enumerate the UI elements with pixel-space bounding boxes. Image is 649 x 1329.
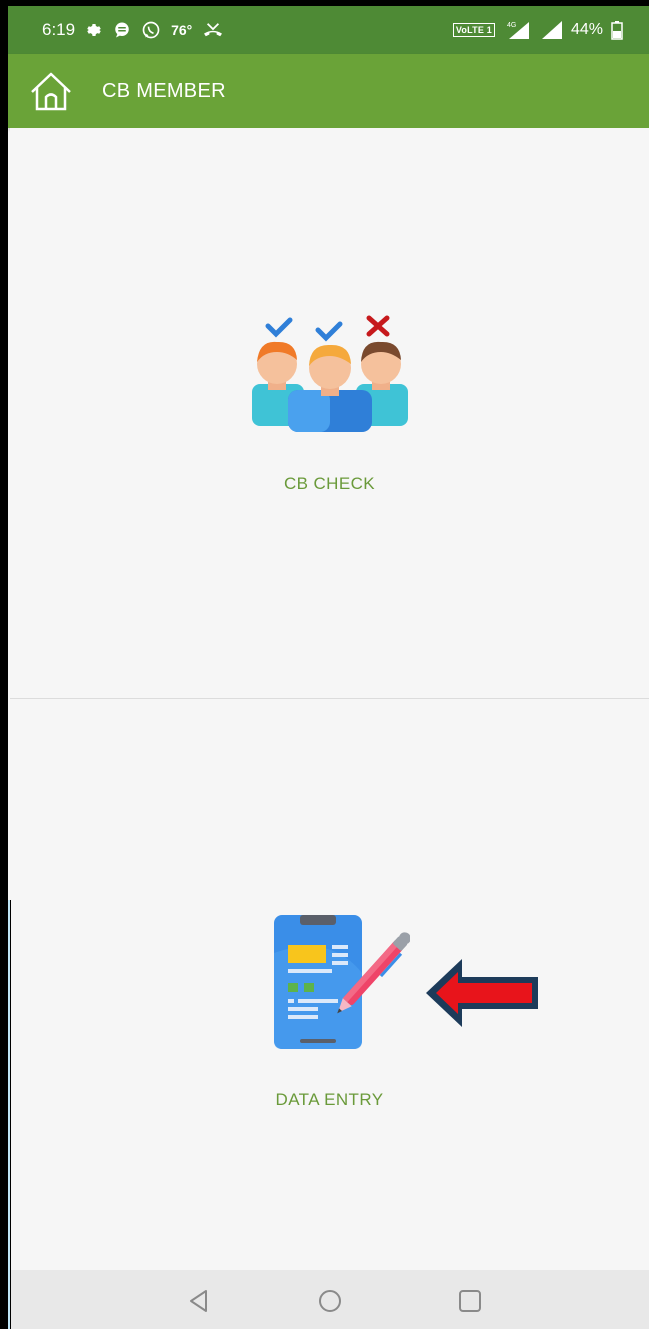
- home-circle-icon[interactable]: [317, 1288, 343, 1314]
- app-bar: CB MEMBER: [8, 54, 649, 128]
- missed-call-icon: [204, 23, 223, 37]
- whatsapp-icon: [142, 21, 160, 39]
- left-border: [0, 0, 8, 1329]
- data-entry-label: DATA ENTRY: [275, 1090, 384, 1109]
- data-entry-tile[interactable]: DATA ENTRY: [10, 699, 649, 1270]
- battery-icon: [611, 21, 623, 40]
- home-icon[interactable]: [28, 70, 74, 112]
- status-time: 6:19: [42, 20, 76, 39]
- cb-check-tile[interactable]: CB CHECK: [10, 128, 649, 698]
- cb-check-label: CB CHECK: [283, 474, 376, 493]
- status-bar: 6:19 76° VoLTE 1 4G 44%: [8, 0, 649, 54]
- app-title: CB MEMBER: [102, 80, 226, 102]
- signal-icon: 4G: [507, 22, 529, 39]
- volte-badge: VoLTE 1: [452, 23, 495, 37]
- signal-icon: [541, 21, 562, 39]
- status-temperature: 76°: [171, 22, 193, 38]
- back-icon[interactable]: [186, 1288, 212, 1314]
- message-icon: [115, 22, 129, 38]
- svg-text:4G: 4G: [507, 22, 516, 29]
- screen: 6:19 76° VoLTE 1 4G 44% CB MEMBER CB CHE…: [0, 0, 649, 1329]
- annotation-arrow-icon: [426, 959, 538, 1027]
- settings-icon: [87, 24, 101, 36]
- form-pen-icon: [274, 915, 410, 1049]
- nav-bar: [10, 1270, 649, 1329]
- recents-icon[interactable]: [457, 1288, 483, 1314]
- people-check-icon: [252, 315, 408, 432]
- battery-percent: 44%: [570, 21, 603, 38]
